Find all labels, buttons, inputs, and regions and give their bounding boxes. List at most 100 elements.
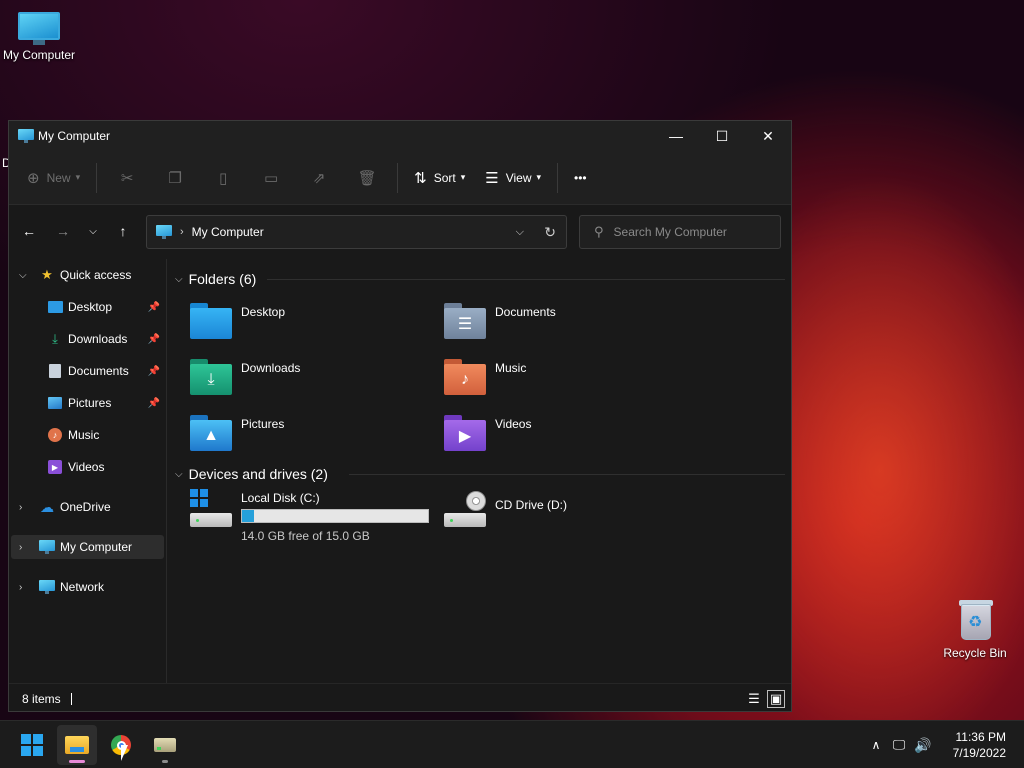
address-bar[interactable]: › My Computer ⌵ ↻ <box>146 215 567 249</box>
group-header-label: Folders (6) <box>188 271 257 287</box>
delete-button[interactable]: 🗑 <box>343 162 391 194</box>
chevron-down-icon: ⌵ <box>89 225 97 237</box>
toolbar-divider <box>397 162 399 193</box>
more-options-button[interactable]: ••• <box>564 162 597 194</box>
search-box[interactable]: ⚲ <box>579 215 781 249</box>
taskbar-app-drive[interactable] <box>145 725 185 765</box>
toolbar-divider <box>96 162 98 193</box>
sidebar-item-desktop[interactable]: Desktop 📌 <box>11 295 164 319</box>
share-button[interactable]: ⇗ <box>295 162 343 194</box>
network-icon <box>39 580 55 596</box>
folder-tile-pictures[interactable]: ▲ Pictures <box>190 411 440 461</box>
file-list: ⌵ Folders (6) Desktop ☰ Documents ⤓ Down… <box>169 259 791 683</box>
recycle-bin-icon: ♻ <box>957 598 993 642</box>
forward-button[interactable]: → <box>46 215 80 247</box>
minimize-button[interactable]: — <box>653 121 699 151</box>
picture-icon <box>47 395 63 411</box>
mouse-cursor <box>121 745 134 761</box>
computer-icon <box>18 129 34 143</box>
music-icon: ♪ <box>47 427 63 443</box>
sidebar-item-quick-access[interactable]: ⌵ ★ Quick access <box>11 263 164 287</box>
clock[interactable]: 11:36 PM 7/19/2022 <box>953 729 1006 761</box>
chevron-down-icon: ⌵ <box>175 468 183 480</box>
video-icon: ▶ <box>47 459 63 475</box>
desktop-folder-icon <box>190 303 232 339</box>
search-input[interactable] <box>613 225 774 239</box>
tiles-view-button[interactable]: ▣ <box>767 689 785 708</box>
desktop-icon-label: Recycle Bin <box>943 646 1007 660</box>
scissors-icon: ✂ <box>120 169 134 187</box>
desktop-folder-icon <box>47 299 63 315</box>
up-button[interactable]: ↑ <box>106 215 140 247</box>
pictures-folder-icon: ▲ <box>190 415 232 451</box>
refresh-icon[interactable]: ↻ <box>544 224 556 241</box>
folder-tile-documents[interactable]: ☰ Documents <box>444 299 694 349</box>
show-hidden-icons-button[interactable]: ∧ <box>866 738 886 752</box>
sidebar-item-my-computer[interactable]: › My Computer <box>11 535 164 559</box>
sidebar-item-videos[interactable]: ▶ Videos <box>11 455 164 479</box>
copy-icon: ❐ <box>168 169 182 187</box>
taskbar-file-explorer[interactable] <box>57 725 97 765</box>
sidebar-item-pictures[interactable]: Pictures 📌 <box>11 391 164 415</box>
computer-icon <box>39 540 55 556</box>
rename-icon: ▭ <box>264 169 279 187</box>
drive-tile-cd-drive-d[interactable]: CD Drive (D:) <box>444 487 694 537</box>
sidebar-item-label: My Computer <box>60 540 133 554</box>
sidebar-item-network[interactable]: › Network <box>11 575 164 599</box>
chevron-right-icon[interactable]: › <box>19 582 22 593</box>
folder-name: Downloads <box>241 361 301 375</box>
sidebar-item-downloads[interactable]: ⤓ Downloads 📌 <box>11 327 164 351</box>
copy-button[interactable]: ❐ <box>151 162 199 194</box>
sidebar-item-documents[interactable]: Documents 📌 <box>11 359 164 383</box>
volume-icon[interactable]: 🔊 <box>912 737 934 754</box>
sidebar-item-label: Documents <box>68 364 129 378</box>
group-header-folders[interactable]: ⌵ Folders (6) <box>175 268 256 290</box>
group-divider <box>267 279 785 280</box>
chevron-down-icon[interactable]: ⌵ <box>19 270 27 281</box>
music-folder-icon: ♪ <box>444 359 486 395</box>
system-tray: ∧ 🖵 🔊 <box>866 721 934 768</box>
status-bar: 8 items ☰ ▣ <box>9 683 791 711</box>
group-header-drives[interactable]: ⌵ Devices and drives (2) <box>175 463 328 485</box>
running-indicator <box>162 760 168 763</box>
sidebar-item-music[interactable]: ♪ Music <box>11 423 164 447</box>
folder-tile-downloads[interactable]: ⤓ Downloads <box>190 355 440 405</box>
new-button[interactable]: ⊕ New ▾ <box>17 162 90 194</box>
chevron-right-icon[interactable]: › <box>19 502 22 513</box>
star-icon: ★ <box>41 267 53 282</box>
close-button[interactable]: ✕ <box>745 121 791 151</box>
breadcrumb-chevron-icon: › <box>180 226 184 238</box>
rename-button[interactable]: ▭ <box>247 162 295 194</box>
back-button[interactable]: ← <box>12 215 46 247</box>
sort-button[interactable]: ⇅ Sort ▾ <box>404 162 475 194</box>
network-icon[interactable]: 🖵 <box>886 737 912 753</box>
sidebar-item-label: OneDrive <box>60 500 111 514</box>
taskbar: ∧ 🖵 🔊 11:36 PM 7/19/2022 <box>0 720 1024 768</box>
paste-button[interactable]: ▯ <box>199 162 247 194</box>
sidebar-item-onedrive[interactable]: › ☁ OneDrive <box>11 495 164 519</box>
folder-tile-desktop[interactable]: Desktop <box>190 299 440 349</box>
monitor-icon <box>18 12 60 45</box>
folder-tile-music[interactable]: ♪ Music <box>444 355 694 405</box>
details-view-button[interactable]: ☰ <box>745 690 763 708</box>
sort-button-label: Sort <box>433 170 456 185</box>
pin-icon: 📌 <box>147 333 160 345</box>
view-button[interactable]: ☰ View ▾ <box>475 162 551 194</box>
navigation-pane: ⌵ ★ Quick access Desktop 📌 ⤓ Downloads 📌… <box>9 259 167 683</box>
maximize-button[interactable]: ☐ <box>699 121 745 151</box>
pin-icon: 📌 <box>147 397 160 409</box>
start-button[interactable] <box>12 725 52 765</box>
desktop-icon-recycle-bin[interactable]: ♻ Recycle Bin <box>933 598 1017 660</box>
drive-tile-local-disk-c[interactable]: Local Disk (C:) 14.0 GB free of 15.0 GB <box>190 487 440 545</box>
title-bar[interactable]: My Computer — ☐ ✕ <box>9 121 791 151</box>
drive-app-icon <box>154 738 176 752</box>
folder-name: Documents <box>495 305 556 319</box>
recent-locations-button[interactable]: ⌵ <box>80 215 106 247</box>
status-divider <box>70 692 72 705</box>
folder-tile-videos[interactable]: ▶ Videos <box>444 411 694 461</box>
breadcrumb-location[interactable]: My Computer <box>192 225 264 239</box>
chevron-right-icon[interactable]: › <box>19 542 22 553</box>
cut-button[interactable]: ✂ <box>103 162 151 194</box>
address-dropdown-icon[interactable]: ⌵ <box>516 226 524 239</box>
desktop-icon-my-computer[interactable]: My Computer <box>0 12 81 62</box>
